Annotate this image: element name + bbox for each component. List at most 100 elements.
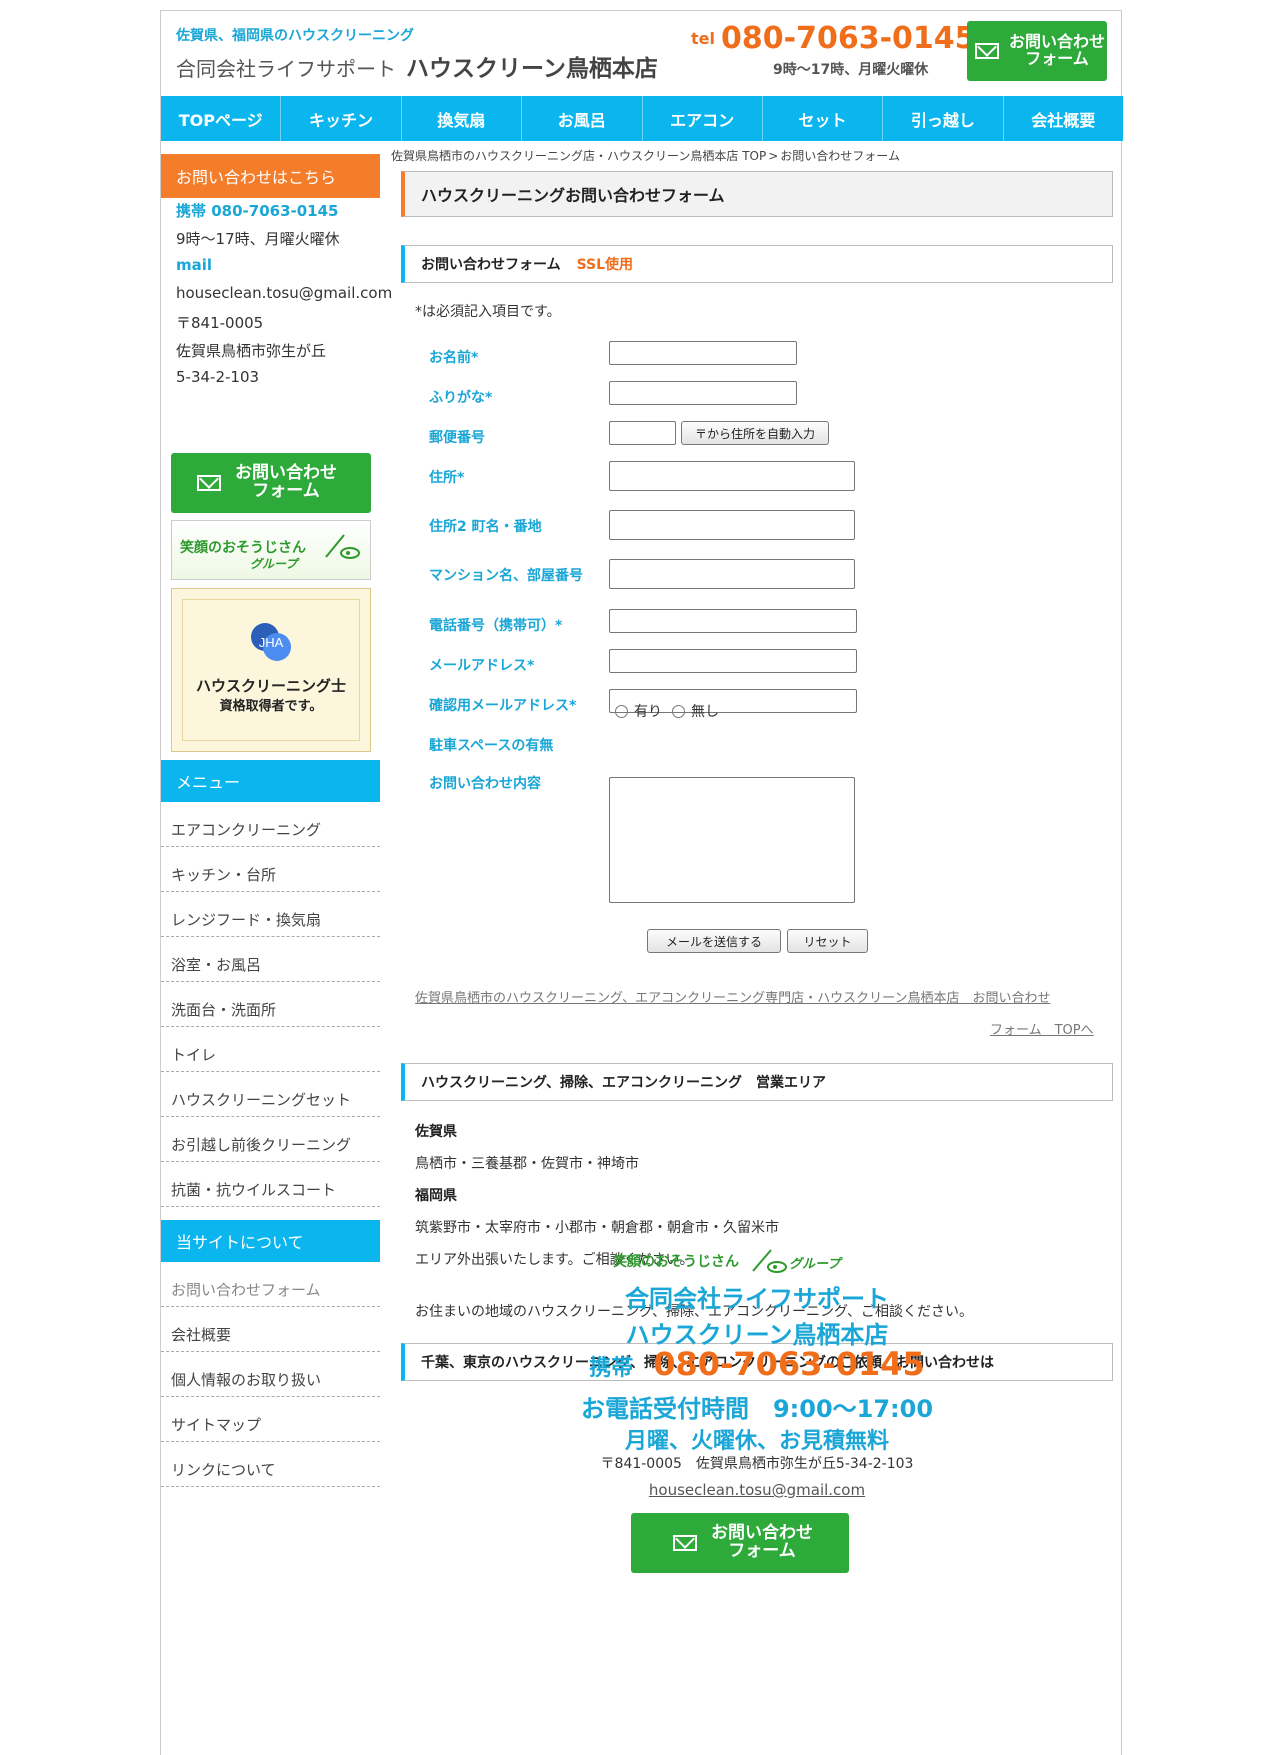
sidebar-zip: 〒841-0005 bbox=[176, 314, 264, 332]
nav-aircon[interactable]: エアコン bbox=[643, 96, 763, 141]
menu-item-antiviral[interactable]: 抗菌・抗ウイルスコート bbox=[161, 1162, 380, 1207]
about-item-links[interactable]: リンクについて bbox=[161, 1442, 380, 1487]
about-item-company[interactable]: 会社概要 bbox=[161, 1307, 380, 1352]
label-address2: 住所2 町名・番地 bbox=[429, 519, 542, 535]
menu-item-washbasin[interactable]: 洗面台・洗面所 bbox=[161, 982, 380, 1027]
message-textarea[interactable] bbox=[609, 777, 855, 903]
footer-email-link[interactable]: houseclean.tosu@gmail.com bbox=[401, 1481, 1113, 1499]
sidebar-addr1: 佐賀県鳥栖市弥生が丘 bbox=[176, 342, 327, 360]
menu-item-rangehood[interactable]: レンジフード・換気扇 bbox=[161, 892, 380, 937]
label-name: お名前* bbox=[429, 350, 479, 366]
header-company-name: 合同会社ライフサポート bbox=[176, 57, 396, 81]
envelope-icon bbox=[197, 475, 221, 491]
sidebar-contact-label: お問い合わせ フォーム bbox=[235, 463, 337, 501]
nav-moving[interactable]: 引っ越し bbox=[883, 96, 1004, 141]
jha-certification-banner[interactable]: JHA ハウスクリーニング士 資格取得者です。 bbox=[171, 588, 371, 752]
nav-set[interactable]: セット bbox=[763, 96, 884, 141]
area-cities-fukuoka: 筑紫野市・太宰府市・小郡市・朝倉郡・朝倉市・久留米市 bbox=[415, 1220, 779, 1236]
furigana-input[interactable] bbox=[609, 381, 797, 405]
footer-contact-button[interactable]: お問い合わせ フォーム bbox=[631, 1513, 849, 1573]
footer-closed: 月曜、火曜休、お見積無料 bbox=[624, 1429, 889, 1454]
parking-yes-label: 有り bbox=[634, 704, 662, 720]
menu-item-moving[interactable]: お引越し前後クリーニング bbox=[161, 1117, 380, 1162]
header-tel[interactable]: 080-7063-0145 bbox=[721, 21, 976, 56]
address2-input[interactable] bbox=[609, 510, 855, 540]
label-email: メールアドレス* bbox=[429, 658, 535, 674]
tel-input[interactable] bbox=[609, 609, 857, 633]
menu-item-set[interactable]: ハウスクリーニングセット bbox=[161, 1072, 380, 1117]
back-to-top-link[interactable]: 佐賀県鳥栖市のハウスクリーニング、エアコンクリーニング専門店・ハウスクリーン鳥栖… bbox=[415, 987, 1050, 1006]
breadcrumb-top-link[interactable]: 佐賀県鳥栖市のハウスクリーニング店・ハウスクリーン鳥栖本店 TOP bbox=[391, 149, 766, 163]
footer-logo-sub: グループ bbox=[789, 1257, 841, 1272]
label-zip: 郵便番号 bbox=[429, 430, 485, 446]
vacuum-icon bbox=[752, 1249, 787, 1273]
footer-tel-line: 携帯 080-7063-0145 bbox=[401, 1345, 1113, 1383]
envelope-icon bbox=[975, 43, 999, 59]
nav-fan[interactable]: 換気扇 bbox=[402, 96, 523, 141]
label-address: 住所* bbox=[429, 470, 465, 486]
header-store-name: ハウスクリーン鳥栖本店 bbox=[406, 56, 658, 82]
page-title: ハウスクリーニングお問い合わせフォーム bbox=[401, 171, 1113, 217]
sidebar-mobile[interactable]: 携帯 080-7063-0145 bbox=[176, 200, 338, 221]
sidebar-about-head: 当サイトについて bbox=[161, 1220, 380, 1262]
menu-item-aircon[interactable]: エアコンクリーニング bbox=[161, 802, 380, 847]
area-section-head: ハウスクリーニング、掃除、エアコンクリーニング 営業エリア bbox=[401, 1063, 1113, 1101]
footer-group-logo: 笑顔のおそうじさん グループ bbox=[613, 1249, 853, 1275]
header-contact-button[interactable]: お問い合わせ フォーム bbox=[967, 21, 1107, 81]
parking-yes-radio[interactable] bbox=[615, 704, 628, 718]
banner-cert-line1: ハウスクリーニング士 bbox=[195, 677, 346, 695]
zip-input[interactable] bbox=[609, 421, 676, 445]
reset-button[interactable]: リセット bbox=[787, 929, 868, 953]
form-head-text: お問い合わせフォーム bbox=[421, 257, 561, 273]
header-tel-prefix: tel bbox=[691, 29, 715, 48]
header-subtitle: 佐賀県、福岡県のハウスクリーニング bbox=[176, 28, 414, 44]
footer-company: 合同会社ライフサポート bbox=[625, 1285, 889, 1313]
nav-kitchen[interactable]: キッチン bbox=[281, 96, 402, 141]
menu-item-toilet[interactable]: トイレ bbox=[161, 1027, 380, 1072]
header-hours: 9時～17時、月曜火曜休 bbox=[773, 62, 929, 78]
area-pref-fukuoka: 福岡県 bbox=[415, 1188, 457, 1204]
sidebar-hours: 9時～17時、月曜火曜休 bbox=[176, 230, 340, 248]
nav-bath[interactable]: お風呂 bbox=[522, 96, 643, 141]
footer-logo-main: 笑顔のおそうじさん bbox=[613, 1254, 739, 1270]
banner-cert-line2: 資格取得者です。 bbox=[219, 699, 323, 714]
osoujisan-group-banner[interactable]: 笑顔のおそうじさん グループ bbox=[171, 520, 371, 580]
ssl-badge: SSL使用 bbox=[576, 257, 634, 273]
about-item-sitemap[interactable]: サイトマップ bbox=[161, 1397, 380, 1442]
address-input[interactable] bbox=[609, 461, 855, 491]
header-company[interactable]: 合同会社ライフサポート ハウスクリーン鳥栖本店 bbox=[176, 49, 658, 83]
nav-top[interactable]: TOPページ bbox=[161, 96, 282, 141]
jha-logo: JHA bbox=[251, 623, 291, 661]
banner-sub-text: グループ bbox=[250, 557, 298, 571]
nav-company[interactable]: 会社概要 bbox=[1004, 96, 1123, 141]
mansion-input[interactable] bbox=[609, 559, 855, 589]
menu-item-bath[interactable]: 浴室・お風呂 bbox=[161, 937, 380, 982]
email-input[interactable] bbox=[609, 649, 857, 673]
label-furigana: ふりがな* bbox=[429, 390, 493, 406]
footer-tel[interactable]: 080-7063-0145 bbox=[653, 1345, 924, 1383]
area-cities-saga: 鳥栖市・三養基郡・佐賀市・神埼市 bbox=[415, 1156, 639, 1172]
header-contact-label: お問い合わせ フォーム bbox=[1009, 32, 1106, 68]
parking-radio-group: 有り 無し bbox=[615, 701, 719, 721]
label-mansion: マンション名、部屋番号 bbox=[429, 568, 583, 584]
label-tel: 電話番号（携帯可）* bbox=[429, 618, 563, 634]
about-item-contact[interactable]: お問い合わせフォーム bbox=[161, 1262, 380, 1307]
breadcrumb-separator: > bbox=[768, 149, 779, 163]
required-note: *は必須記入項目です。 bbox=[415, 304, 561, 320]
menu-item-kitchen[interactable]: キッチン・台所 bbox=[161, 847, 380, 892]
area-pref-saga: 佐賀県 bbox=[415, 1124, 457, 1140]
about-item-privacy[interactable]: 個人情報のお取り扱い bbox=[161, 1352, 380, 1397]
sidebar-mail-label: mail bbox=[176, 256, 213, 274]
svg-text:JHA: JHA bbox=[259, 635, 284, 650]
sidebar-menu-head: メニュー bbox=[161, 760, 380, 802]
zip-autofill-button[interactable]: 〒から住所を自動入力 bbox=[681, 421, 829, 445]
sidebar-contact-button[interactable]: お問い合わせ フォーム bbox=[171, 453, 371, 513]
sidebar-email[interactable]: houseclean.tosu@gmail.com bbox=[176, 284, 392, 302]
banner-main-text: 笑顔のおそうじさん bbox=[180, 540, 306, 556]
footer-hours: お電話受付時間 9:00～17:00 bbox=[580, 1395, 934, 1423]
name-input[interactable] bbox=[609, 341, 797, 365]
vacuum-icon bbox=[325, 534, 360, 559]
back-to-top-link-2[interactable]: フォーム TOPへ bbox=[990, 1019, 1094, 1038]
submit-button[interactable]: メールを送信する bbox=[647, 929, 781, 953]
parking-no-radio[interactable] bbox=[672, 704, 685, 718]
